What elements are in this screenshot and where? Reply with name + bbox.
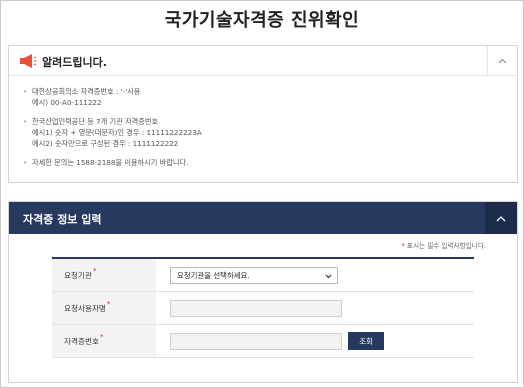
bullet-icon: • — [23, 87, 28, 96]
notice-header: 알려드립니다. — [9, 46, 517, 76]
user-label: 요청사용자명 — [64, 303, 106, 313]
form-row-org: 요청기관 * 요청기관을 선택하세요. — [52, 259, 474, 292]
required-star-icon: * — [99, 333, 104, 341]
notice-line: 자세한 문의는 1588-2188을 이용하시기 바랍니다. — [32, 158, 189, 167]
user-label-cell: 요청사용자명 * — [52, 292, 156, 324]
required-star-icon: * — [401, 242, 405, 250]
user-name-input[interactable] — [170, 299, 342, 317]
form-row-cert: 자격증번호 * 조회 — [52, 325, 474, 358]
megaphone-icon — [20, 54, 37, 68]
cert-label-cell: 자격증번호 * — [52, 325, 156, 357]
bullet-icon: • — [23, 117, 28, 126]
cert-field-cell: 조회 — [156, 325, 474, 357]
org-label: 요청기관 — [64, 270, 92, 280]
cert-label: 자격증번호 — [64, 336, 99, 346]
notice-title: 알려드립니다. — [42, 56, 107, 69]
required-note: * 표시는 필수 입력사항입니다. — [402, 240, 487, 250]
chevron-up-icon — [496, 215, 506, 221]
org-field-cell: 요청기관을 선택하세요. — [156, 259, 474, 291]
section-collapse-button[interactable] — [485, 202, 517, 234]
required-note-text: 표시는 필수 입력사항입니다. — [406, 242, 486, 250]
notice-line: 예시) 00-A0-111222 — [32, 98, 102, 107]
form-row-user: 요청사용자명 * — [52, 292, 474, 325]
required-star-icon: * — [106, 300, 111, 308]
org-select-value: 요청기관을 선택하세요. — [177, 270, 250, 280]
notice-body: • 대한상공회의소 자격증번호 : '-'사용 예시) 00-A0-111222… — [9, 76, 517, 168]
org-select[interactable]: 요청기관을 선택하세요. — [170, 266, 338, 284]
notice-line: 예시1) 숫자 + 영문(대문자)인 경우 : 11111222223A — [32, 128, 202, 137]
chevron-up-icon — [498, 58, 507, 63]
cert-form: 요청기관 * 요청기관을 선택하세요. 요청사용자명 * 자격증번호 * 조회 — [52, 257, 474, 358]
notice-panel: 알려드립니다. • 대한상공회의소 자격증번호 : '-'사용 예시) 00-A… — [8, 45, 518, 183]
notice-item: • 대한상공회의소 자격증번호 : '-'사용 예시) 00-A0-111222 — [23, 86, 517, 108]
required-star-icon: * — [92, 267, 97, 275]
cert-number-input[interactable] — [170, 332, 342, 350]
search-button[interactable]: 조회 — [348, 332, 384, 350]
notice-line: 한국산업인력공단 등 7개 기관 자격증번호 — [32, 117, 159, 126]
section-header: 자격증 정보 입력 — [9, 202, 517, 234]
org-label-cell: 요청기관 * — [52, 259, 156, 291]
notice-item: • 자세한 문의는 1588-2188을 이용하시기 바랍니다. — [23, 157, 517, 168]
notice-item: • 한국산업인력공단 등 7개 기관 자격증번호 예시1) 숫자 + 영문(대문… — [23, 116, 517, 149]
section-title: 자격증 정보 입력 — [23, 213, 102, 226]
notice-line: 대한상공회의소 자격증번호 : '-'사용 — [32, 87, 141, 96]
caret-down-icon — [325, 274, 332, 278]
page-title: 국가기술자격증 진위확인 — [164, 10, 360, 31]
notice-line: 예시2) 숫자만으로 구성된 경우 : 1111122222 — [32, 139, 179, 148]
notice-collapse-button[interactable] — [487, 46, 517, 75]
user-field-cell — [156, 292, 474, 324]
bullet-icon: • — [23, 158, 28, 167]
